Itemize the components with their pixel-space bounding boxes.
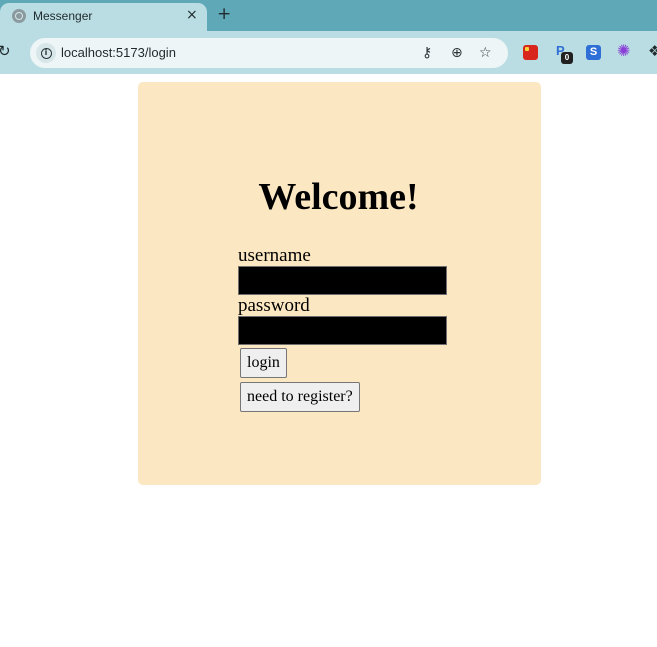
browser-tab[interactable]: Messenger × bbox=[0, 3, 207, 31]
site-info-icon[interactable]: i bbox=[36, 43, 56, 63]
password-label: password bbox=[238, 295, 310, 316]
password-key-icon[interactable]: ⚷ bbox=[422, 44, 432, 62]
reload-icon[interactable]: ↻ bbox=[0, 42, 11, 60]
login-button[interactable]: login bbox=[240, 348, 287, 378]
bookmark-star-icon[interactable]: ☆ bbox=[479, 44, 492, 62]
zoom-icon[interactable]: ⊕ bbox=[451, 44, 463, 62]
tab-title: Messenger bbox=[33, 9, 93, 23]
register-button[interactable]: need to register? bbox=[240, 382, 360, 412]
globe-icon bbox=[12, 9, 26, 23]
s-extension-icon[interactable]: S bbox=[586, 45, 601, 60]
close-icon[interactable]: × bbox=[186, 6, 198, 24]
username-label: username bbox=[238, 245, 311, 266]
username-input[interactable] bbox=[238, 266, 447, 295]
extensions-puzzle-icon[interactable]: ❖ bbox=[648, 43, 657, 59]
url-text[interactable]: localhost:5173/login bbox=[61, 45, 176, 60]
password-input[interactable] bbox=[238, 316, 447, 345]
p-extension-icon[interactable]: P 0 bbox=[556, 43, 573, 64]
flag-extension-icon[interactable] bbox=[523, 45, 538, 60]
new-tab-icon[interactable]: + bbox=[217, 3, 231, 25]
browser-toolbar: ↻ i localhost:5173/login ⚷ ⊕ ☆ P 0 S ✺ ❖ bbox=[0, 31, 657, 74]
page-title: Welcome! bbox=[258, 176, 419, 218]
address-bar[interactable]: i localhost:5173/login ⚷ ⊕ ☆ bbox=[30, 38, 508, 68]
browser-tab-bar: Messenger × + bbox=[0, 0, 657, 31]
gear-extension-icon[interactable]: ✺ bbox=[617, 43, 633, 59]
extension-badge: 0 bbox=[561, 52, 573, 64]
